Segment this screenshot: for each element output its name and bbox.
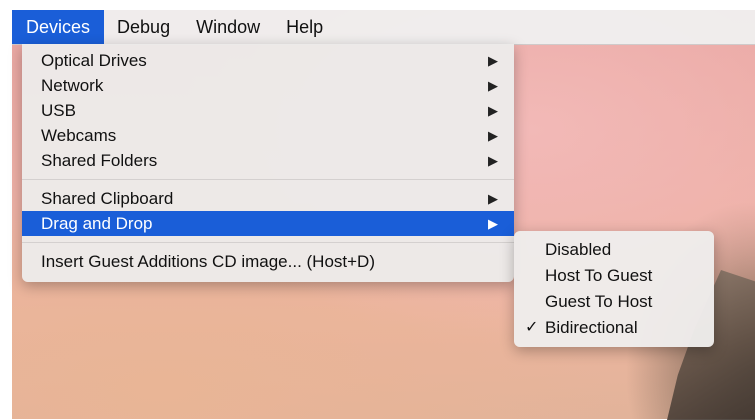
submenu-item-guest-to-host[interactable]: Guest To Host [514,289,714,315]
menu-item-label: Optical Drives [41,51,147,70]
submenu-arrow-icon: ▶ [488,191,498,206]
submenu-item-label: Disabled [545,240,612,259]
menu-separator [22,179,514,180]
menubar-window[interactable]: Window [183,10,273,44]
checkmark-icon: ✓ [525,319,539,336]
submenu-arrow-icon: ▶ [488,103,498,118]
menu-item-webcams[interactable]: Webcams ▶ [22,123,514,148]
menu-item-label: Webcams [41,126,117,145]
menu-item-shared-clipboard[interactable]: Shared Clipboard ▶ [22,186,514,211]
menu-separator [22,242,514,243]
submenu-item-disabled[interactable]: Disabled [514,237,714,263]
menu-item-label: Network [41,76,104,95]
menu-item-label: USB [41,101,76,120]
menu-item-drag-and-drop[interactable]: Drag and Drop ▶ [22,211,514,236]
menu-item-label: Drag and Drop [41,214,153,233]
menu-item-shared-folders[interactable]: Shared Folders ▶ [22,148,514,173]
submenu-item-host-to-guest[interactable]: Host To Guest [514,263,714,289]
submenu-arrow-icon: ▶ [488,78,498,93]
menubar-devices[interactable]: Devices [12,10,105,44]
submenu-arrow-icon: ▶ [488,153,498,168]
menu-item-insert-guest-additions[interactable]: Insert Guest Additions CD image... (Host… [22,249,514,274]
menu-item-label: Shared Folders [41,151,158,170]
menubar-debug[interactable]: Debug [104,10,183,44]
submenu-item-label: Host To Guest [545,266,653,285]
submenu-item-label: Guest To Host [545,292,653,311]
drag-and-drop-submenu: Disabled Host To Guest Guest To Host ✓ B… [514,231,714,347]
menu-item-optical-drives[interactable]: Optical Drives ▶ [22,48,514,73]
devices-menu: Optical Drives ▶ Network ▶ USB ▶ Webcams… [22,44,514,282]
menubar-help[interactable]: Help [273,10,336,44]
submenu-item-label: Bidirectional [545,318,638,337]
submenu-item-bidirectional[interactable]: ✓ Bidirectional [514,315,714,341]
submenu-arrow-icon: ▶ [488,128,498,143]
menu-item-label: Shared Clipboard [41,189,174,208]
menu-item-usb[interactable]: USB ▶ [22,98,514,123]
submenu-arrow-icon: ▶ [488,53,498,68]
menu-item-label: Insert Guest Additions CD image... (Host… [41,252,375,271]
menu-item-network[interactable]: Network ▶ [22,73,514,98]
menu-bar: Devices Debug Window Help [12,10,755,45]
submenu-arrow-icon: ▶ [488,216,498,231]
